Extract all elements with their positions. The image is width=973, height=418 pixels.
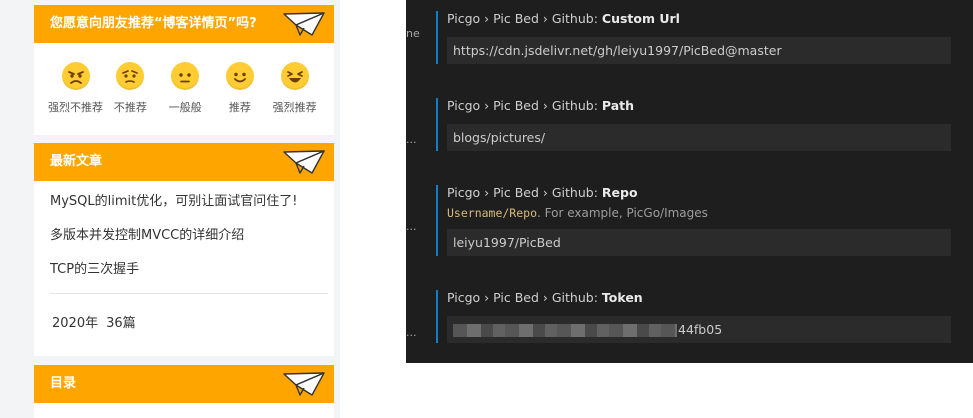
setting-description: Username/Repo. For example, PicGo/Images: [447, 206, 951, 220]
recommend-option-neutral[interactable]: 一般般: [158, 62, 213, 115]
article-link[interactable]: TCP的三次握手: [34, 253, 334, 287]
recommend-card: 您愿意向朋友推荐“博客详情页”吗? 强烈不推荐 不推荐 一般般 推荐 强烈推荐: [34, 5, 334, 135]
screenshot-root: 您愿意向朋友推荐“博客详情页”吗? 强烈不推荐 不推荐 一般般 推荐 强烈推荐 …: [0, 0, 973, 418]
clipped-edge-text: ne: [406, 27, 420, 40]
setting-desc-code: Username/Repo: [447, 206, 538, 220]
article-link[interactable]: MySQL的limit优化，可别让面试官问住了!: [34, 185, 334, 219]
clipped-edge-text: ...: [406, 133, 417, 146]
setting-prefix: Picgo › Pic Bed › Github:: [447, 290, 602, 305]
setting-token: Picgo › Pic Bed › Github: Token 44fb05: [436, 290, 951, 343]
toc-card: 目录: [34, 365, 334, 418]
paper-plane-icon: [282, 149, 326, 175]
archive-year: 2020年: [52, 316, 99, 331]
latest-articles-title: 最新文章: [50, 154, 103, 169]
divider: [50, 293, 328, 294]
redacted-token-mask: [453, 324, 677, 337]
setting-prefix: Picgo › Pic Bed › Github:: [447, 185, 602, 200]
laughing-face-icon: [280, 62, 309, 90]
recommend-option-label: 一般般: [168, 101, 202, 114]
setting-title: Picgo › Pic Bed › Github: Repo: [447, 185, 951, 201]
setting-title: Picgo › Pic Bed › Github: Custom Url: [447, 11, 951, 27]
recommend-card-title: 您愿意向朋友推荐“博客详情页”吗?: [50, 16, 257, 31]
path-input[interactable]: blogs/pictures/: [447, 124, 951, 151]
latest-articles-card: 最新文章 MySQL的limit优化，可别让面试官问住了! 多版本并发控制MVC…: [34, 143, 334, 356]
toc-header: 目录: [34, 365, 334, 403]
setting-name: Repo: [601, 185, 638, 200]
setting-prefix: Picgo › Pic Bed › Github:: [447, 98, 602, 113]
setting-title: Picgo › Pic Bed › Github: Path: [447, 98, 951, 114]
vscode-settings-panel: ne ... ... ... Picgo › Pic Bed › Github:…: [406, 0, 973, 363]
setting-custom-url: Picgo › Pic Bed › Github: Custom Url htt…: [436, 11, 951, 64]
setting-desc-text: . For example, PicGo/Images: [537, 206, 708, 220]
setting-name: Custom Url: [601, 11, 680, 26]
recommend-options: 强烈不推荐 不推荐 一般般 推荐 强烈推荐: [34, 43, 334, 115]
paper-plane-icon: [282, 371, 326, 397]
latest-articles-header: 最新文章: [34, 143, 334, 181]
worried-face-icon: [116, 62, 145, 90]
recommend-option-not[interactable]: 不推荐: [103, 62, 158, 115]
setting-name: Token: [601, 290, 643, 305]
blog-sidebar: 您愿意向朋友推荐“博客详情页”吗? 强烈不推荐 不推荐 一般般 推荐 强烈推荐 …: [0, 0, 340, 418]
setting-prefix: Picgo › Pic Bed › Github:: [447, 11, 602, 26]
setting-name: Path: [601, 98, 635, 113]
neutral-face-icon: [171, 62, 200, 90]
smiling-face-icon: [225, 62, 254, 90]
toc-title: 目录: [50, 376, 77, 391]
paper-plane-icon: [282, 11, 326, 37]
recommend-option-strongly-not[interactable]: 强烈不推荐: [48, 62, 103, 115]
clipped-edge-text: ...: [406, 326, 417, 339]
recommend-option-recommend[interactable]: 推荐: [213, 62, 268, 115]
token-visible-suffix: 44fb05: [678, 322, 723, 337]
recommend-option-label: 强烈不推荐: [48, 101, 103, 114]
angry-face-icon: [61, 62, 90, 90]
article-link[interactable]: 多版本并发控制MVCC的详细介绍: [34, 219, 334, 253]
recommend-option-label: 推荐: [228, 101, 251, 114]
custom-url-input[interactable]: https://cdn.jsdelivr.net/gh/leiyu1997/Pi…: [447, 37, 951, 64]
recommend-option-label: 不推荐: [113, 101, 147, 114]
setting-repo: Picgo › Pic Bed › Github: Repo Username/…: [436, 185, 951, 256]
recommend-option-strongly[interactable]: 强烈推荐: [267, 62, 322, 115]
repo-input[interactable]: leiyu1997/PicBed: [447, 229, 951, 256]
setting-path: Picgo › Pic Bed › Github: Path blogs/pic…: [436, 98, 951, 151]
setting-title: Picgo › Pic Bed › Github: Token: [447, 290, 951, 306]
recommend-option-label: 强烈推荐: [272, 101, 317, 114]
token-input[interactable]: 44fb05: [447, 316, 951, 343]
clipped-edge-text: ...: [406, 220, 417, 233]
archive-count: 36篇: [106, 316, 136, 331]
archive-link[interactable]: 2020年 36篇: [34, 312, 334, 331]
recommend-card-header: 您愿意向朋友推荐“博客详情页”吗?: [34, 5, 334, 43]
